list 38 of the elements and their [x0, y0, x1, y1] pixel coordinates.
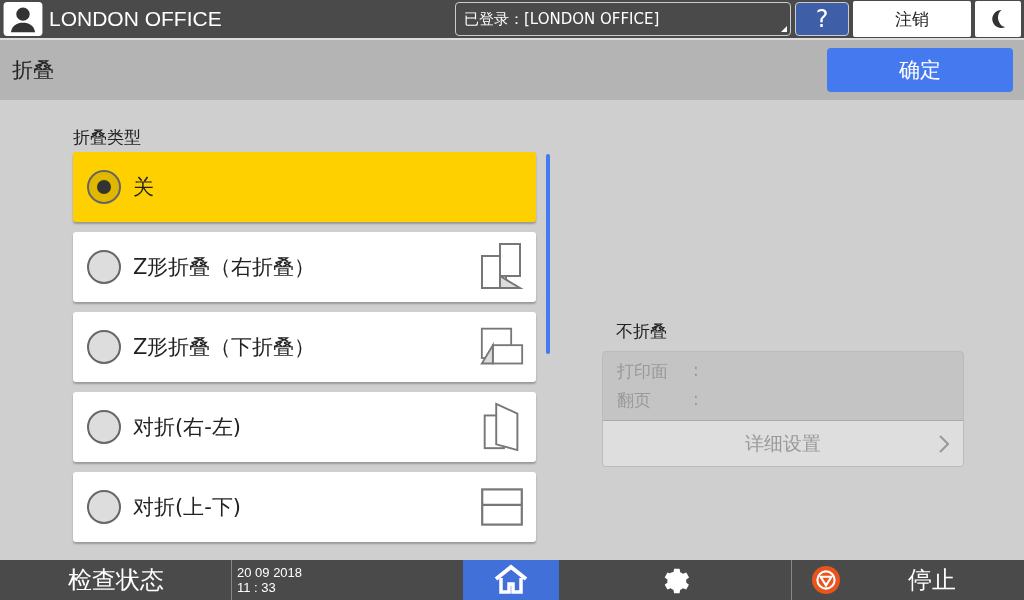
setting-colon: : [693, 389, 699, 411]
radio-button [87, 250, 121, 284]
login-status-dropdown[interactable]: 已登录：[LONDON OFFICE] [455, 2, 791, 36]
ok-button[interactable]: 确定 [827, 48, 1013, 92]
logout-button[interactable]: 注销 [853, 1, 971, 37]
night-mode-button[interactable] [975, 1, 1021, 37]
user-icon [3, 2, 43, 36]
page-title: 折叠 [12, 57, 54, 84]
date-text: 20 09 2018 [237, 565, 304, 580]
radio-button [87, 330, 121, 364]
time-text: 11 : 33 [237, 580, 277, 595]
scrollbar[interactable] [546, 154, 550, 354]
chevron-right-icon [939, 434, 949, 453]
fold-option[interactable]: 对折(上-下) [73, 472, 536, 542]
setting-colon: : [693, 360, 699, 382]
option-label: Z形折叠（下折叠） [133, 334, 317, 361]
help-button[interactable]: ? [795, 2, 849, 36]
stop-button[interactable]: 停止 [840, 560, 1024, 600]
moon-icon [989, 8, 1007, 30]
home-button[interactable] [463, 560, 559, 600]
option-label: 关 [133, 174, 155, 201]
option-label: 对折(右-左) [133, 414, 242, 441]
check-status-button[interactable]: 检查状态 [0, 560, 232, 600]
fold-right-icon [480, 242, 524, 292]
fold-option[interactable]: 对折(右-左) [73, 392, 536, 462]
user-name: LONDON OFFICE [49, 7, 222, 31]
fold-option[interactable]: 关 [73, 152, 536, 222]
option-label: Z形折叠（右折叠） [133, 254, 317, 281]
section-label: 折叠类型 [73, 126, 142, 149]
radio-button [87, 170, 121, 204]
option-label: 对折(上-下) [133, 494, 242, 521]
fold-option[interactable]: Z形折叠（右折叠） [73, 232, 536, 302]
summary-title: 不折叠 [615, 320, 668, 343]
radio-button [87, 490, 121, 524]
radio-button [87, 410, 121, 444]
stop-icon [812, 566, 840, 594]
fold-option[interactable]: Z形折叠（下折叠） [73, 312, 536, 382]
home-icon [493, 563, 529, 594]
